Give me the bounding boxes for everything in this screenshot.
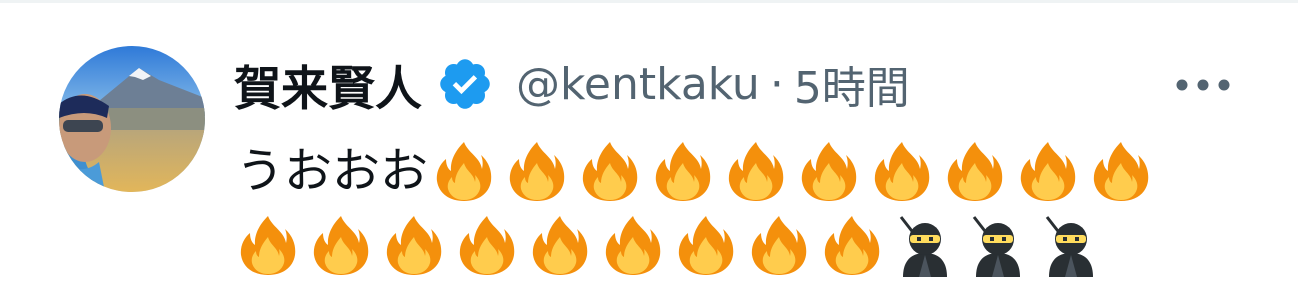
fire-emoji xyxy=(578,139,642,203)
fire-emoji xyxy=(236,213,300,277)
user-handle[interactable]: @kentkaku xyxy=(516,59,760,110)
fire-emoji xyxy=(432,139,496,203)
tweet-text-run: うおおお xyxy=(236,143,429,199)
fire-emoji xyxy=(309,213,373,277)
fire-emoji xyxy=(601,213,665,277)
fire-emoji xyxy=(1016,139,1080,203)
fire-emoji xyxy=(797,139,861,203)
ninja-emoji xyxy=(966,213,1030,277)
tweet[interactable]: 賀来賢人 @kentkaku · 5時間 うおおお xyxy=(0,0,1298,308)
fire-emoji xyxy=(724,139,788,203)
separator-dot: · xyxy=(769,58,784,110)
avatar[interactable] xyxy=(59,46,205,192)
display-name[interactable]: 賀来賢人 xyxy=(234,50,422,119)
ninja-emoji xyxy=(893,213,957,277)
more-options-icon[interactable] xyxy=(1168,60,1238,110)
fire-emoji xyxy=(674,213,738,277)
ninja-emoji xyxy=(1039,213,1103,277)
fire-emoji xyxy=(943,139,1007,203)
verified-badge-icon[interactable] xyxy=(436,55,494,113)
fire-emoji xyxy=(505,139,569,203)
tweet-text-line-2 xyxy=(236,208,1236,282)
fire-emoji xyxy=(820,213,884,277)
timestamp[interactable]: 5時間 xyxy=(794,52,910,116)
fire-emoji xyxy=(382,213,446,277)
fire-emoji xyxy=(455,213,519,277)
tweet-text: うおおお xyxy=(236,134,1236,282)
fire-emoji xyxy=(651,139,715,203)
fire-emoji xyxy=(747,213,811,277)
tweet-text-line-1: うおおお xyxy=(236,134,1236,208)
fire-emoji xyxy=(870,139,934,203)
tweet-header: 賀来賢人 @kentkaku · 5時間 xyxy=(234,50,910,119)
fire-emoji xyxy=(528,213,592,277)
fire-emoji xyxy=(1089,139,1153,203)
